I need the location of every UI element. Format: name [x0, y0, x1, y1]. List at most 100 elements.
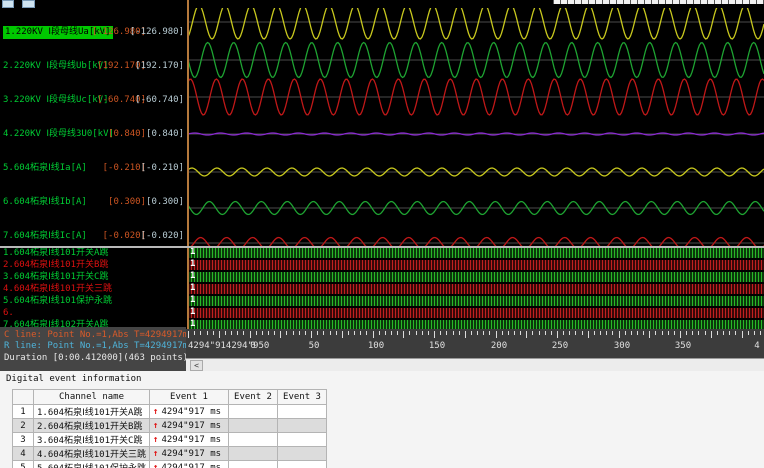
axis-tick — [538, 331, 540, 335]
window-button-icon[interactable] — [2, 0, 14, 8]
analog-channel-row[interactable]: 6.604柘泉Ⅰ线Ib[A] [0.300] [0.300] — [0, 196, 186, 209]
axis-tick — [304, 331, 306, 335]
digital-state-value: 1 — [190, 247, 196, 257]
axis-tick — [661, 331, 663, 335]
horizontal-scrollbar[interactable]: < — [186, 358, 764, 371]
axis-tick — [421, 331, 423, 335]
event-row-number: 3 — [12, 432, 34, 447]
event3-cell — [277, 432, 328, 447]
event2-cell — [228, 404, 279, 419]
scroll-left-button[interactable]: < — [190, 360, 203, 371]
axis-tick — [206, 331, 208, 335]
digital-channel-label[interactable]: 2.604柘泉Ⅰ线101开关B跳 — [3, 260, 108, 271]
event-channel-name: 4.604柘泉Ⅰ线101开关三跳 — [32, 446, 151, 461]
event-table-header: Channel name Event 1 Event 2 Event 3 — [12, 389, 328, 405]
analog-channel-row[interactable]: 2.220KV Ⅰ段母线Ub[kV] [192.170] [192.170] — [0, 60, 186, 73]
analog-channel-label[interactable]: 2.220KV Ⅰ段母线Ub[kV] — [3, 60, 109, 73]
event-channel-name: 3.604柘泉Ⅰ线101开关C跳 — [32, 432, 151, 447]
event-table-row[interactable]: 1 1.604柘泉Ⅰ线101开关A跳 ↑ 4294"917 ms — [12, 404, 328, 419]
axis-label: 250 — [551, 341, 569, 351]
event-table-row[interactable]: 3 3.604柘泉Ⅰ线101开关C跳 ↑ 4294"917 ms — [12, 432, 328, 447]
event-table-header-cell: Event 3 — [277, 389, 328, 405]
event-table-row[interactable]: 4 4.604柘泉Ⅰ线101开关三跳 ↑ 4294"917 ms — [12, 446, 328, 461]
digital-event-section: Digital event information Channel name Ev… — [0, 371, 764, 468]
channel-value-secondary: [-126.980] — [129, 27, 184, 37]
analog-channel-label[interactable]: 6.604柘泉Ⅰ线Ib[A] — [3, 196, 87, 209]
digital-waveform-plot[interactable]: 1 1 1 1 1 1 1 — [188, 247, 764, 330]
axis-tick — [218, 331, 220, 338]
digital-state-value: 1 — [190, 259, 196, 269]
event-table-row[interactable]: 55.604柘泉Ⅰ线101保护永跳↑4294"917 ms — [12, 460, 328, 468]
event-table-header-cell: Event 1 — [149, 389, 230, 405]
rising-edge-icon: ↑ — [153, 462, 159, 468]
axis-tick — [292, 331, 294, 335]
analog-channel-row[interactable]: 4.220KV Ⅰ段母线3U0[kV] [0.840] [0.840] — [0, 128, 186, 141]
digital-channel-label[interactable]: 4.604柘泉Ⅰ线101开关三跳 — [3, 284, 112, 295]
analog-channel-row[interactable]: 7.604柘泉Ⅰ线Ic[A] [-0.020] [-0.020] — [0, 230, 186, 243]
analog-channel-label[interactable]: 5.604柘泉Ⅰ线Ia[A] — [3, 162, 87, 175]
digital-channel-label[interactable]: 1.604柘泉Ⅰ线101开关A跳 — [3, 248, 108, 259]
analog-channel-label[interactable]: 7.604柘泉Ⅰ线Ic[A] — [3, 230, 87, 243]
r-line-status: R line: Point No.=1,Abs T=4294917ms, Rel… — [4, 341, 186, 351]
axis-tick — [378, 331, 380, 335]
axis-tick — [587, 331, 589, 338]
analog-channel-row[interactable]: 1.220KV Ⅰ段母线Ua[kV] [-126.980] [-126.980] — [0, 26, 186, 39]
channel-value-primary: [0.300] — [108, 197, 146, 207]
analog-waveform-plot[interactable] — [188, 0, 764, 246]
event-channel-name: 1.604柘泉Ⅰ线101开关A跳 — [32, 404, 151, 419]
window-button-icon[interactable] — [22, 0, 35, 8]
axis-label: 100 — [367, 341, 385, 351]
axis-tick — [224, 331, 226, 335]
axis-tick — [427, 331, 429, 335]
event1-cell: ↑ 4294"917 ms — [149, 460, 230, 468]
digital-channel-bar: 1 — [188, 307, 764, 318]
analog-channel-row[interactable]: 5.604柘泉Ⅰ线Ia[A] [-0.210] [-0.210] — [0, 162, 186, 175]
digital-state-value: 1 — [190, 271, 196, 281]
panel-divider[interactable] — [187, 0, 189, 330]
event2-cell — [228, 418, 279, 433]
axis-tick — [483, 331, 485, 335]
axis-tick — [520, 331, 522, 335]
analog-channel-label[interactable]: 4.220KV Ⅰ段母线3U0[kV] — [3, 128, 114, 141]
axis-tick — [452, 331, 454, 335]
event2-cell — [228, 460, 279, 468]
event1-cell: ↑ 4294"917 ms — [149, 404, 230, 419]
channel-value-secondary: [-0.020] — [140, 231, 184, 241]
axis-tick — [434, 331, 435, 338]
axis-tick — [563, 331, 565, 335]
axis-tick — [575, 331, 577, 335]
axis-tick — [489, 331, 491, 335]
axis-tick — [710, 331, 712, 338]
axis-tick — [753, 331, 755, 335]
axis-tick — [686, 331, 688, 335]
digital-channel-label[interactable]: 6. — [3, 308, 14, 319]
axis-tick — [323, 331, 325, 335]
axis-tick — [735, 331, 737, 335]
digital-channel-label[interactable]: 3.604柘泉Ⅰ线101开关C跳 — [3, 272, 108, 283]
time-axis[interactable]: 4294"914294"950 0 50 100 150 200 250 300 350 4 — [186, 329, 764, 358]
event-row-number: 5 — [12, 460, 34, 468]
event-channel-name: 2.604柘泉Ⅰ线101开关B跳 — [32, 418, 151, 433]
event-table-header-cell: Channel name — [32, 389, 151, 405]
axis-tick — [360, 331, 362, 335]
axis-tick — [544, 331, 546, 335]
axis-tick — [741, 331, 743, 338]
analog-channel-label[interactable]: 3.220KV Ⅰ段母线Uc[kV] — [3, 94, 109, 107]
event-table-header-cell — [12, 389, 34, 405]
rising-edge-icon: ↑ — [153, 420, 159, 431]
section-title: Digital event information — [6, 374, 142, 384]
analog-channel-row[interactable]: 3.220KV Ⅰ段母线Uc[kV] [-60.740] [-60.740] — [0, 94, 186, 107]
axis-label: 150 — [428, 341, 446, 351]
axis-tick — [593, 331, 595, 335]
axis-tick — [630, 331, 632, 335]
axis-tick — [372, 331, 374, 338]
axis-tick — [347, 331, 349, 335]
digital-channel-label[interactable]: 5.604柘泉Ⅰ线101保护永跳 — [3, 296, 112, 307]
event-time: 4294"917 ms — [161, 434, 222, 445]
event3-cell — [277, 404, 328, 419]
axis-tick — [280, 331, 282, 338]
axis-tick — [415, 331, 417, 335]
event2-cell — [228, 432, 279, 447]
axis-tick — [716, 331, 718, 335]
event-table-row[interactable]: 2 2.604柘泉Ⅰ线101开关B跳 ↑ 4294"917 ms — [12, 418, 328, 433]
